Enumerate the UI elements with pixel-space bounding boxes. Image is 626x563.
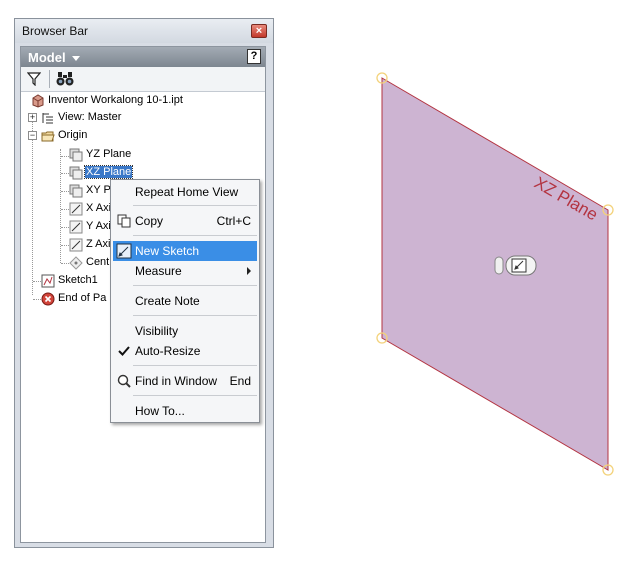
menu-item-label: Visibility [135,324,179,338]
tree-connector [61,263,69,264]
binoculars-icon[interactable] [56,71,74,87]
view-icon [42,113,53,124]
tree-item-label: Origin [58,129,88,141]
end-of-part-icon [41,292,55,306]
menu-item-visibility[interactable]: Visibility [113,321,257,341]
tree-connector [32,117,33,295]
menu-item-label: Repeat Home View [135,185,239,199]
tree-item-label: End of Pa [58,292,107,304]
model-dropdown-label[interactable]: Model [28,50,66,65]
part-icon [32,94,44,108]
menu-item-find-in-window[interactable]: Find in Window End [113,371,257,391]
axis-icon [69,202,83,216]
menu-separator [133,235,257,236]
menu-item-how-to[interactable]: How To... [113,401,257,421]
tree-item-label: View: Master [58,111,122,123]
sketch-icon [41,274,55,288]
menu-item-copy[interactable]: Copy Ctrl+C [113,211,257,231]
menu-separator [133,205,257,206]
xz-plane[interactable] [381,77,609,471]
folder-icon [41,131,55,142]
tree-item-label: XZ Plane [83,165,134,179]
find-in-window-icon [117,374,131,388]
center-point-icon [69,256,83,270]
menu-separator [133,365,257,366]
menu-item-auto-resize[interactable]: Auto-Resize [113,341,257,361]
axis-icon [69,220,83,234]
tree-item-label: Cent [86,256,110,268]
toolbar-divider [49,70,50,88]
menu-item-create-note[interactable]: Create Note [113,291,257,311]
tree-item-label: X Axi [86,202,112,214]
axis-icon [69,238,83,252]
tree-connector [33,281,41,282]
menu-item-label: New Sketch [135,244,200,258]
tree-connector [61,245,69,246]
menu-item-shortcut: End [229,374,251,388]
menu-item-measure[interactable]: Measure [113,261,257,281]
help-button[interactable]: ? [247,49,261,64]
tree-connector [61,191,69,192]
title-bar[interactable]: Browser Bar × [15,19,273,43]
menu-item-repeat-home-view[interactable]: Repeat Home View [113,182,257,202]
new-sketch-icon [116,243,132,259]
tree-connector [61,156,69,157]
tree-connector [61,209,69,210]
collapse-toggle[interactable]: − [28,131,37,140]
menu-separator [133,285,257,286]
copy-icon [117,214,131,228]
menu-item-label: Copy [135,214,164,228]
menu-item-shortcut: Ctrl+C [216,214,251,228]
tree-item-label: YZ Plane [86,148,132,160]
tree-item-label: Inventor Workalong 10-1.ipt [48,94,183,106]
filter-icon[interactable] [27,72,41,86]
checkmark-icon [118,346,130,356]
context-menu: Repeat Home View Copy Ctrl+C New Sketch … [110,179,260,423]
submenu-arrow-icon [247,267,251,275]
browser-toolbar [21,67,265,92]
model-header[interactable]: Model ? [21,47,265,67]
chevron-down-icon[interactable] [72,56,80,61]
tree-connector [61,227,69,228]
menu-item-label: Find in Window [135,374,218,388]
tree-connector [33,299,41,300]
tree-connector [61,173,69,174]
menu-item-label: Auto-Resize [135,344,201,358]
tree-item-label: Y Axi [86,220,111,232]
graphics-viewport[interactable]: XZ Plane [370,60,626,490]
mini-toolbar-icon[interactable] [494,255,537,276]
tree-item-label: Sketch1 [58,274,98,286]
menu-separator [133,315,257,316]
menu-item-label: Measure [135,264,182,278]
close-button[interactable]: × [251,24,267,38]
plane-icon [69,148,83,162]
plane-icon [69,166,83,180]
tree-item-label: Z Axi [86,238,111,250]
plane-icon [69,184,83,198]
menu-item-label: How To... [135,404,185,418]
window-title: Browser Bar [22,24,89,38]
menu-item-label: Create Note [135,294,200,308]
menu-separator [133,395,257,396]
expand-toggle[interactable]: + [28,113,37,122]
menu-item-new-sketch[interactable]: New Sketch [113,241,257,261]
